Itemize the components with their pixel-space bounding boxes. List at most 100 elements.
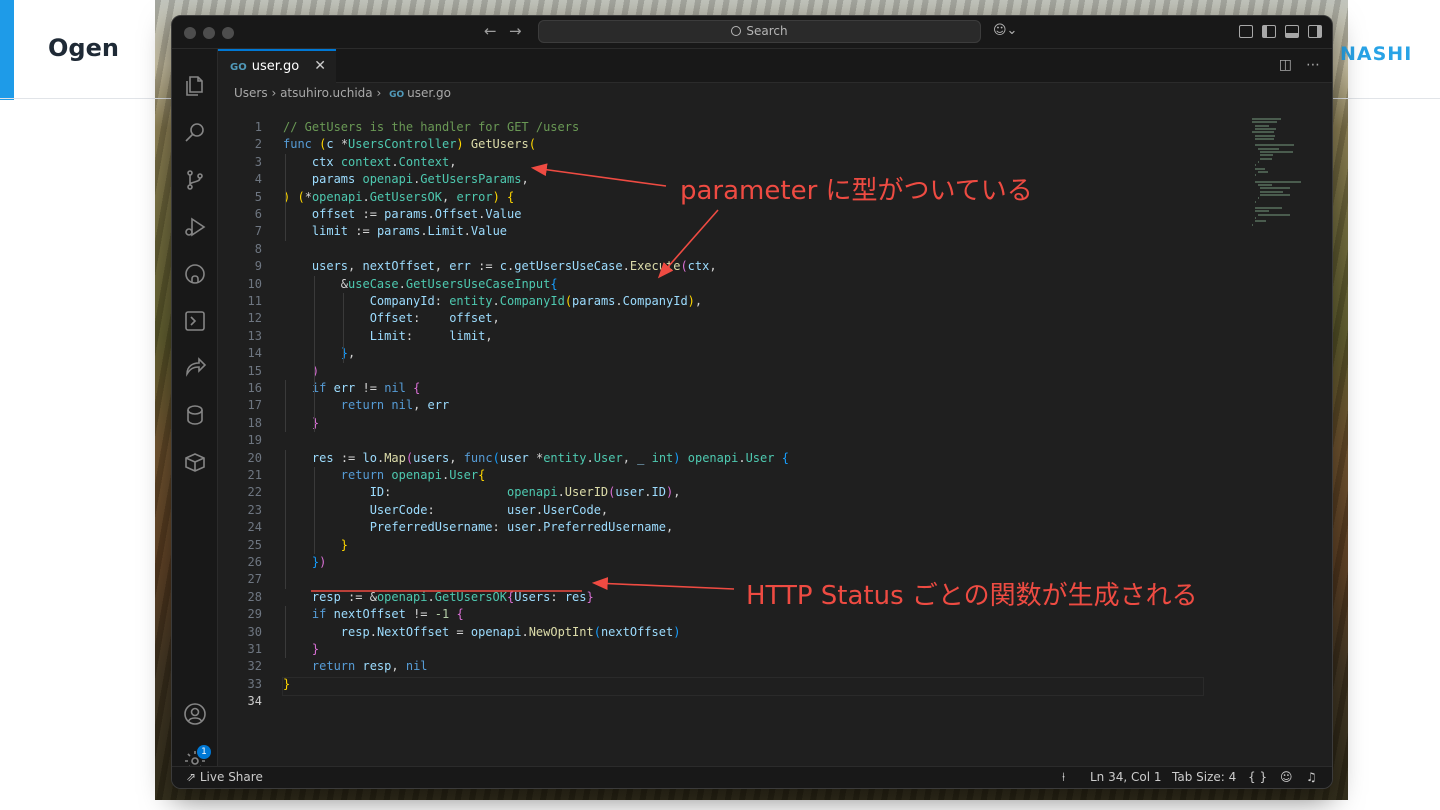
copilot-menu-icon[interactable]: ☺⌄ <box>993 23 1017 38</box>
code-line[interactable]: 33} <box>218 676 1208 693</box>
code-line[interactable]: 24 PreferredUsername: user.PreferredUser… <box>218 519 1208 536</box>
code-line[interactable]: 3 ctx context.Context, <box>218 154 1208 171</box>
accounts-icon[interactable] <box>183 702 207 726</box>
code-token: Value <box>485 207 522 221</box>
forward-arrow-icon[interactable]: → <box>509 22 522 40</box>
code-token: func <box>283 137 320 152</box>
run-debug-icon[interactable] <box>183 215 207 239</box>
remote-explorer-icon[interactable] <box>183 309 207 333</box>
breadcrumb-user-folder[interactable]: atsuhiro.uchida <box>280 86 373 100</box>
code-token: offset <box>311 207 363 221</box>
tab-user-go[interactable]: GO user.go ✕ <box>218 49 336 83</box>
code-token: : <box>550 589 565 604</box>
notifications-bell-icon[interactable]: ♫ <box>1306 767 1317 788</box>
code-token: , <box>694 294 703 308</box>
code-token: nextOffset <box>333 607 414 622</box>
indent-guide <box>342 293 344 363</box>
code-line[interactable]: 22 ID: openapi.UserID(user.ID), <box>218 484 1208 501</box>
code-token: params <box>376 224 421 239</box>
code-line[interactable]: 17 return nil, err <box>218 397 1208 414</box>
code-token: & <box>283 276 349 291</box>
code-token: := <box>362 207 385 221</box>
live-share-icon[interactable] <box>183 356 207 380</box>
toggle-panel-icon[interactable] <box>1285 25 1299 38</box>
layout-controls <box>1239 25 1322 38</box>
toggle-secondary-sidebar-icon[interactable] <box>1308 25 1322 38</box>
code-line[interactable]: 30 resp.NextOffset = openapi.NewOptInt(n… <box>218 624 1208 641</box>
database-icon[interactable] <box>183 403 207 427</box>
github-icon[interactable] <box>183 262 207 286</box>
code-line[interactable]: 25 } <box>218 537 1208 554</box>
code-line[interactable]: 8 <box>218 241 1208 258</box>
minimize-window-button[interactable] <box>203 27 215 39</box>
code-token: User <box>745 450 775 465</box>
source-control-icon[interactable] <box>183 168 207 192</box>
more-actions-icon[interactable]: ⋯ <box>1306 57 1320 73</box>
code-token: resp <box>362 659 392 674</box>
code-line[interactable]: 1 // GetUsers is the handler for GET /use… <box>218 119 1208 136</box>
code-line[interactable]: 26 }) <box>218 554 1208 571</box>
commit-graph-icon[interactable]: ⍿ <box>1062 767 1065 788</box>
code-line[interactable]: 6 offset := params.Offset.Value <box>218 206 1208 223</box>
zoom-window-button[interactable] <box>222 27 234 39</box>
code-token: != <box>413 607 435 622</box>
code-line[interactable]: 20 res := lo.Map(users, func(user *entit… <box>218 450 1208 467</box>
breadcrumb-file[interactable]: user.go <box>407 86 451 100</box>
code-line[interactable]: 32 return resp, nil <box>218 658 1208 675</box>
code-token: openapi <box>362 172 414 187</box>
code-token: , <box>442 189 457 204</box>
code-line[interactable]: 10 &useCase.GetUsersUseCaseInput{ <box>218 276 1208 293</box>
code-line[interactable]: 21 return openapi.User{ <box>218 467 1208 484</box>
minimap-line <box>1254 164 1256 167</box>
split-editor-icon[interactable]: ◫ <box>1279 57 1292 73</box>
cursor-position[interactable]: Ln 34, Col 1 <box>1090 767 1162 788</box>
code-line[interactable]: 14 }, <box>218 345 1208 362</box>
code-line[interactable]: 31 } <box>218 641 1208 658</box>
line-number: 10 <box>247 276 262 291</box>
line-number: 18 <box>247 415 262 430</box>
settings-update-badge: 1 <box>197 745 211 759</box>
containers-icon[interactable] <box>183 450 207 474</box>
code-token: , <box>485 328 493 343</box>
close-tab-icon[interactable]: ✕ <box>314 51 326 82</box>
code-line[interactable]: 7 limit := params.Limit.Value <box>218 223 1208 240</box>
code-token: . <box>644 485 652 500</box>
code-line[interactable]: 12 Offset: offset, <box>218 310 1208 327</box>
copilot-status-icon[interactable]: ☺ <box>1280 767 1293 788</box>
code-token: nextOffset <box>600 624 674 639</box>
line-number: 32 <box>247 659 262 674</box>
code-token: // GetUsers is the handler for GET /user… <box>283 120 580 134</box>
explorer-icon[interactable] <box>183 74 207 98</box>
code-token: CompanyId <box>499 294 565 308</box>
code-text: &useCase.GetUsersUseCaseInput{ <box>283 276 558 293</box>
line-number: 14 <box>247 346 262 361</box>
code-token: nil <box>391 398 414 413</box>
code-line[interactable]: 9 users, nextOffset, err := c.getUsersUs… <box>218 258 1208 275</box>
code-line[interactable]: 13 Limit: limit, <box>218 328 1208 345</box>
search-sidebar-icon[interactable] <box>183 121 207 145</box>
code-line[interactable]: 2 func (c *UsersController) GetUsers( <box>218 136 1208 153</box>
code-line[interactable]: 18 } <box>218 415 1208 432</box>
code-token: openapi <box>376 589 428 604</box>
code-token: UsersController <box>348 137 457 152</box>
live-share-status[interactable]: ⇗ Live Share <box>186 767 263 788</box>
line-number: 30 <box>247 624 262 639</box>
breadcrumb-users[interactable]: Users <box>234 86 268 100</box>
code-line[interactable]: 19 <box>218 432 1208 449</box>
code-token: . <box>427 207 435 221</box>
customize-layout-icon[interactable] <box>1239 25 1253 38</box>
code-line[interactable]: 11 CompanyId: entity.CompanyId(params.Co… <box>218 293 1208 310</box>
back-arrow-icon[interactable]: ← <box>484 22 497 40</box>
command-search[interactable]: Search <box>538 20 981 43</box>
line-number: 15 <box>247 363 262 378</box>
toggle-primary-sidebar-icon[interactable] <box>1262 25 1276 38</box>
close-window-button[interactable] <box>184 27 196 39</box>
code-line[interactable]: 16 if err != nil { <box>218 380 1208 397</box>
code-line[interactable]: 23 UserCode: user.UserCode, <box>218 502 1208 519</box>
minimap[interactable] <box>1252 118 1332 238</box>
language-mode-icon[interactable]: { } <box>1248 767 1267 788</box>
code-line[interactable]: 34 <box>218 693 1208 710</box>
code-line[interactable]: 15 ) <box>218 363 1208 380</box>
tab-size[interactable]: Tab Size: 4 <box>1172 767 1236 788</box>
